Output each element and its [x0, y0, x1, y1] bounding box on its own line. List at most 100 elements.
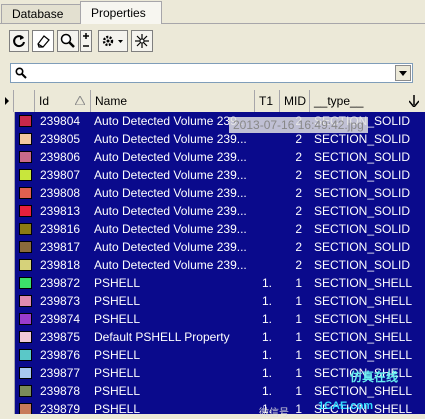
cell-mid: 1: [295, 294, 302, 308]
color-swatch[interactable]: [19, 115, 32, 127]
cell-id: 239816: [40, 222, 81, 236]
cell-id: 239878: [40, 384, 81, 398]
table-row[interactable]: 239816 Auto Detected Volume 239... 2 SECTIO…: [0, 220, 425, 238]
cell-id: 239875: [40, 330, 81, 344]
row-gutter: [0, 382, 15, 400]
cell-name: PSHELL: [94, 366, 141, 380]
table-row[interactable]: 239818 Auto Detected Volume 239... 2 SECTIO…: [0, 256, 425, 274]
row-gutter: [0, 184, 15, 202]
cell-type: SECTION_SOLID: [314, 150, 411, 164]
table-row[interactable]: 239807 Auto Detected Volume 239... 2 SECTIO…: [0, 166, 425, 184]
cell-t1: 1.: [262, 312, 273, 326]
watermark-site: 1CAE.com: [318, 400, 374, 412]
cell-mid: 1: [295, 348, 302, 362]
header-id[interactable]: Id: [35, 90, 91, 112]
cell-mid: 1: [295, 384, 302, 398]
cell-id: 239806: [40, 150, 81, 164]
row-gutter: [0, 220, 15, 238]
cell-id: 239818: [40, 258, 81, 272]
cell-type: SECTION_SOLID: [314, 204, 411, 218]
header-color[interactable]: [14, 90, 35, 112]
watermark-brand: 仿真在线: [350, 370, 399, 384]
cell-t1: 1.: [262, 348, 273, 362]
color-swatch[interactable]: [19, 277, 32, 289]
color-swatch[interactable]: [19, 385, 32, 397]
cell-id: 239874: [40, 312, 81, 326]
timestamp-overlay: 2013-07-16 16:49:42.jpg: [229, 117, 368, 133]
color-swatch[interactable]: [19, 367, 32, 379]
header-type[interactable]: __type__: [310, 90, 425, 112]
table-row[interactable]: 239817 Auto Detected Volume 239... 2 SECTIO…: [0, 238, 425, 256]
cell-mid: 2: [295, 258, 302, 272]
stepper-control[interactable]: [80, 30, 92, 52]
cell-t1: 1.: [262, 384, 273, 398]
row-gutter: [0, 130, 15, 148]
color-swatch[interactable]: [19, 403, 32, 414]
cell-mid: 2: [295, 168, 302, 182]
cell-type: SECTION_SHELL: [314, 330, 413, 344]
header-t1[interactable]: T1: [255, 90, 280, 112]
cell-id: 239804: [40, 114, 81, 128]
cell-id: 239879: [40, 402, 81, 414]
cell-id: 239813: [40, 204, 81, 218]
row-gutter: [0, 112, 15, 130]
eraser-button[interactable]: [32, 30, 54, 52]
cell-name: PSHELL: [94, 294, 141, 308]
settings-dropdown-button[interactable]: [98, 30, 128, 52]
cell-id: 239872: [40, 276, 81, 290]
zoom-button[interactable]: [57, 30, 79, 52]
row-gutter: [0, 148, 15, 166]
cell-type: SECTION_SOLID: [314, 240, 411, 254]
color-swatch[interactable]: [19, 133, 32, 145]
table-row[interactable]: 239873 PSHELL 1. 1 SECTION_SHELL: [0, 292, 425, 310]
color-swatch[interactable]: [19, 313, 32, 325]
cell-id: 239876: [40, 348, 81, 362]
cell-type: SECTION_SOLID: [314, 168, 411, 182]
color-swatch[interactable]: [19, 349, 32, 361]
stepper-icon: [83, 33, 89, 47]
table-row[interactable]: 239808 Auto Detected Volume 239... 2 SECTIO…: [0, 184, 425, 202]
table-row[interactable]: 239875 Default PSHELL Property 1. 1 SECTION_…: [0, 328, 425, 346]
color-swatch[interactable]: [19, 169, 32, 181]
table-row[interactable]: 239806 Auto Detected Volume 239... 2 SECTIO…: [0, 148, 425, 166]
header-name[interactable]: Name: [91, 90, 255, 112]
sparkle-button[interactable]: [131, 30, 153, 52]
tab-database[interactable]: Database: [1, 4, 81, 23]
color-swatch[interactable]: [19, 223, 32, 235]
table-row[interactable]: 239876 PSHELL 1. 1 SECTION_SHELL: [0, 346, 425, 364]
cell-name: Auto Detected Volume 239...: [94, 186, 247, 200]
cell-id: 239807: [40, 168, 81, 182]
table-row[interactable]: 239872 PSHELL 1. 1 SECTION_SHELL: [0, 274, 425, 292]
cell-id: 239877: [40, 366, 81, 380]
color-swatch[interactable]: [19, 187, 32, 199]
search-dropdown-button[interactable]: [395, 65, 411, 81]
sort-down-arrow-icon: [409, 95, 419, 107]
cell-id: 239873: [40, 294, 81, 308]
cell-name: PSHELL: [94, 276, 141, 290]
table-row[interactable]: 239813 Auto Detected Volume 239... 2 SECTIO…: [0, 202, 425, 220]
cell-mid: 1: [295, 276, 302, 290]
color-swatch[interactable]: [19, 259, 32, 271]
row-gutter: [0, 166, 15, 184]
cell-mid: 2: [295, 204, 302, 218]
tab-properties[interactable]: Properties: [80, 1, 162, 24]
header-mid[interactable]: MID: [280, 90, 310, 112]
refresh-button[interactable]: [9, 30, 29, 52]
row-gutter: [0, 310, 15, 328]
cell-name: Default PSHELL Property: [94, 330, 230, 344]
table-row[interactable]: 239874 PSHELL 1. 1 SECTION_SHELL: [0, 310, 425, 328]
cell-t1: 1.: [262, 294, 273, 308]
row-gutter: [0, 346, 15, 364]
color-swatch[interactable]: [19, 241, 32, 253]
cell-t1: 1.: [262, 276, 273, 290]
color-swatch[interactable]: [19, 331, 32, 343]
row-gutter: [0, 328, 15, 346]
header-expander[interactable]: [0, 90, 14, 112]
cell-type: SECTION_SOLID: [314, 258, 411, 272]
color-swatch[interactable]: [19, 295, 32, 307]
refresh-icon: [13, 35, 25, 48]
toolbar: [0, 26, 425, 58]
search-input[interactable]: [10, 63, 413, 83]
color-swatch[interactable]: [19, 151, 32, 163]
color-swatch[interactable]: [19, 205, 32, 217]
